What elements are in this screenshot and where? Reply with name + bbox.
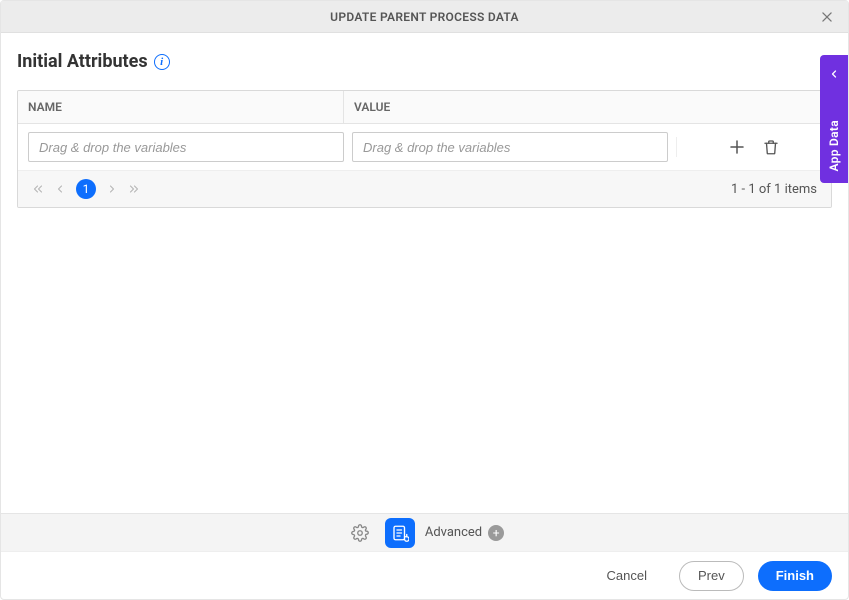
section-title: Initial Attributes [17,51,148,72]
app-data-panel-toggle[interactable]: App Data [820,55,848,183]
pager-status: 1 - 1 of 1 items [731,182,817,197]
trash-icon [762,138,780,156]
form-button[interactable] [385,518,415,548]
table-header: NAME VALUE [18,91,831,124]
app-data-label: App Data [827,120,841,171]
table-row [18,124,831,170]
value-cell [352,132,668,162]
gear-icon [351,524,369,542]
dialog-title: UPDATE PARENT PROCESS DATA [330,10,519,24]
col-header-value: VALUE [344,91,831,123]
chevron-left-icon [54,183,66,195]
name-cell [28,132,344,162]
dialog-body: Initial Attributes i NAME VALUE [1,33,848,513]
advanced-label: Advanced [425,525,482,540]
pager-prev-button[interactable] [54,183,66,195]
pager-page-1[interactable]: 1 [76,179,96,199]
chevron-right-icon [106,183,118,195]
col-header-name: NAME [18,91,344,123]
pager-controls: 1 [32,179,140,199]
dialog-footer: Cancel Prev Finish [1,551,848,599]
finish-button[interactable]: Finish [758,561,832,591]
pager-next-button[interactable] [106,183,118,195]
name-input[interactable] [28,132,344,162]
info-icon[interactable]: i [154,54,170,70]
chevron-left-icon [828,65,840,84]
prev-button[interactable]: Prev [679,561,744,591]
settings-button[interactable] [345,518,375,548]
delete-row-button[interactable] [761,137,781,157]
section-header: Initial Attributes i [17,51,832,72]
plus-icon [728,138,746,156]
pager: 1 1 - 1 of 1 items [18,170,831,207]
close-icon [820,10,834,24]
chevron-double-right-icon [128,183,140,195]
close-button[interactable] [816,6,838,28]
form-icon [391,524,409,542]
value-input[interactable] [352,132,668,162]
pager-first-button[interactable] [32,183,44,195]
add-row-button[interactable] [727,137,747,157]
chevron-double-left-icon [32,183,44,195]
plus-circle-icon: + [488,525,504,541]
dialog: UPDATE PARENT PROCESS DATA Initial Attri… [0,0,849,600]
pager-last-button[interactable] [128,183,140,195]
advanced-toggle[interactable]: Advanced + [425,525,504,541]
dialog-header: UPDATE PARENT PROCESS DATA [1,1,848,33]
cancel-button[interactable]: Cancel [589,561,665,591]
bottom-toolbar: Advanced + [1,513,848,551]
row-actions [676,137,821,157]
attributes-table: NAME VALUE [17,90,832,208]
